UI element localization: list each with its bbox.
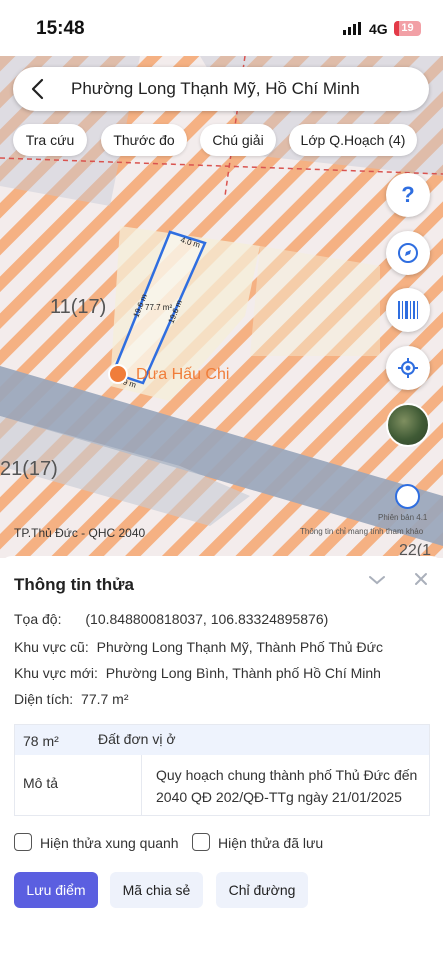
directions-button[interactable]: Chỉ đường [216,872,308,908]
parcel-area-label: 77.7 m² [145,303,172,312]
landuse-table-row: Mô tả Quy hoạch chung thành phố Thủ Đức … [15,755,429,815]
map-footer: TP.Thủ Đức - QHC 2040 [14,526,146,540]
battery-percent: 19 [401,22,414,34]
show-saved-checkbox[interactable]: Hiện thửa đã lưu [192,833,332,853]
poi-icon[interactable] [108,364,128,384]
coord-value: (10.848800818037, 106.83324895876) [85,611,329,627]
clock: 15:48 [36,18,85,39]
map-note: Thông tin chỉ mang tính tham khảo [300,527,424,536]
share-code-button[interactable]: Mã chia sẻ [110,872,203,908]
show-surrounding-checkbox[interactable]: Hiện thửa xung quanh [14,833,184,853]
barcode-icon [398,301,418,319]
new-area-label: Khu vực mới: [14,665,98,681]
locate-button[interactable] [386,346,430,390]
help-button[interactable]: ? [386,173,430,217]
show-saved-label: Hiện thửa đã lưu [218,835,324,851]
status-bar: 15:48 4G 19 [0,0,443,56]
chip-planning-layers[interactable]: Lớp Q.Hoạch (4) [289,124,417,156]
location-title: Phường Long Thạnh Mỹ, Hồ Chí Minh [71,79,360,98]
search-bar[interactable]: Phường Long Thạnh Mỹ, Hồ Chí Minh [13,67,429,111]
satellite-thumbnail[interactable] [386,403,430,447]
old-area-value: Phường Long Thạnh Mỹ, Thành Phố Thủ Đức [96,639,383,655]
compass-button[interactable] [386,231,430,275]
description-label: Mô tả [23,775,59,791]
map-version: Phiên bản 4.1 [378,513,428,522]
description-value: Quy hoạch chung thành phố Thủ Đức đến 20… [156,767,418,805]
save-point-button[interactable]: Lưu điểm [14,872,98,908]
barcode-button[interactable] [386,288,430,332]
landuse-table-header: 78 m² Đất đơn vị ở [15,725,429,755]
close-icon[interactable] [414,572,428,586]
landuse-type: Đất đơn vị ở [98,731,176,747]
old-area-row: Khu vực cũ: Phường Long Thạnh Mỹ, Thành … [14,639,383,655]
size-label: Diện tích: [14,691,74,707]
signal-bars-icon [343,22,361,35]
help-icon: ? [401,182,415,207]
new-area-row: Khu vực mới: Phường Long Bình, Thành phố… [14,665,381,681]
back-chevron-icon[interactable] [27,77,49,101]
landuse-area: 78 m² [23,733,59,749]
parcel-info-sheet: Thông tin thửa Tọa độ: (10.848800818037,… [0,556,443,959]
network-type: 4G [369,21,388,37]
size-row: Diện tích: 77.7 m² [14,691,129,707]
chip-lookup[interactable]: Tra cứu [13,124,87,156]
show-surrounding-label: Hiện thửa xung quanh [40,835,179,851]
checkbox-icon[interactable] [192,833,210,851]
battery-icon: 19 [394,21,421,36]
chip-ruler[interactable]: Thước đo [101,124,187,156]
coord-row: Tọa độ: (10.848800818037, 106.8332489587… [14,611,328,627]
checkbox-icon[interactable] [14,833,32,851]
new-area-value: Phường Long Bình, Thành phố Hồ Chí Minh [105,665,381,681]
chevron-down-icon[interactable] [368,574,386,586]
chip-legend[interactable]: Chú giải [200,124,276,156]
opacity-slider-knob[interactable] [395,484,420,509]
poi-label[interactable]: Dưa Hấu Chi [136,366,229,384]
size-value: 77.7 m² [81,691,129,707]
locate-icon [398,358,418,378]
coord-label: Tọa độ: [14,611,62,627]
parcel-label-1: 11(17) [50,296,107,318]
chip-bar: Tra cứu Thước đo Chú giải Lớp Q.Hoạch (4… [0,124,443,156]
battery-level-fill [394,21,399,36]
old-area-label: Khu vực cũ: [14,639,89,655]
parcel-label-2: 21(17) [0,458,58,480]
sheet-title: Thông tin thửa [14,575,134,594]
compass-icon [398,243,418,263]
landuse-table: 78 m² Đất đơn vị ở Mô tả Quy hoạch chung… [14,724,430,816]
